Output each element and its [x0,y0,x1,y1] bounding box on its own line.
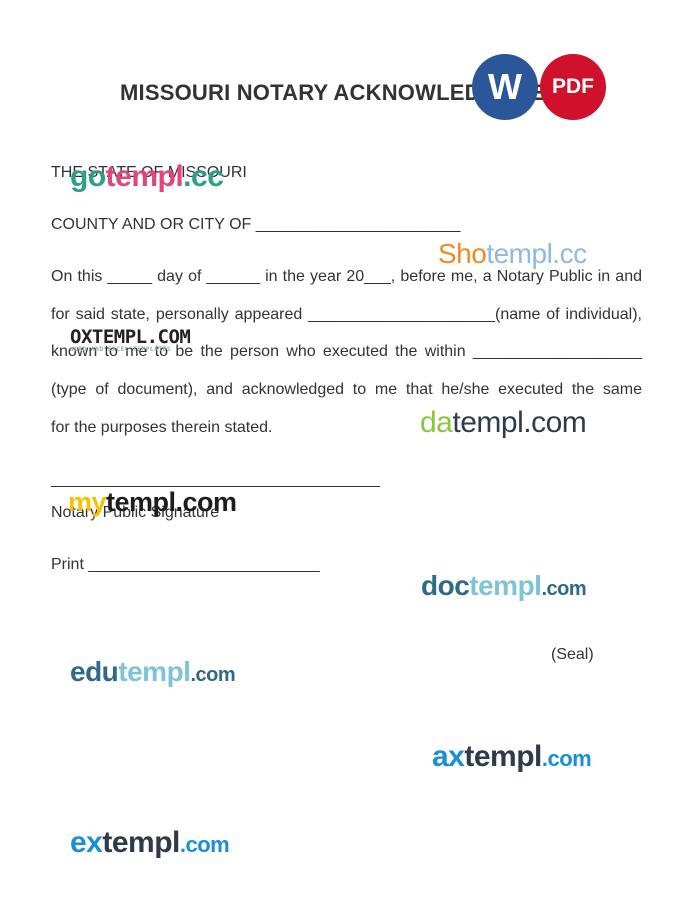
document-page: MISSOURI NOTARY ACKNOWLEDGEMENT W PDF TH… [0,0,678,916]
mytempl-watermark: mytempl.com [68,487,237,517]
county-line: COUNTY AND OR CITY OF __________________… [51,216,461,233]
extempl-watermark: extempl.com [70,826,230,859]
datempl-watermark: datempl.com [420,406,587,439]
axtempl-watermark: axtempl.com [432,740,592,773]
edutempl-watermark: edutempl.com [70,656,236,687]
doctempl-watermark: doctempl.com [421,570,587,601]
pdf-icon[interactable]: PDF [540,54,606,120]
paragraph-line-2: for said state, personally appeared ____… [51,306,642,323]
oxtempl-watermark: OXTEMPL.COM WORD AND EXCEL TEMPLATES [70,326,191,353]
print-line: Print __________________________ [51,556,320,573]
paragraph-line-5: for the purposes therein stated. [51,419,273,436]
gotempl-watermark: gotempl.cc [70,160,224,193]
seal-label: (Seal) [551,646,594,663]
shotempl-watermark: Shotempl.cc [438,238,587,269]
paragraph-line-1: On this _____ day of ______ in the year … [51,268,642,285]
paragraph-line-4: (type of document), and acknowledged to … [51,381,642,398]
word-icon[interactable]: W [472,54,538,120]
